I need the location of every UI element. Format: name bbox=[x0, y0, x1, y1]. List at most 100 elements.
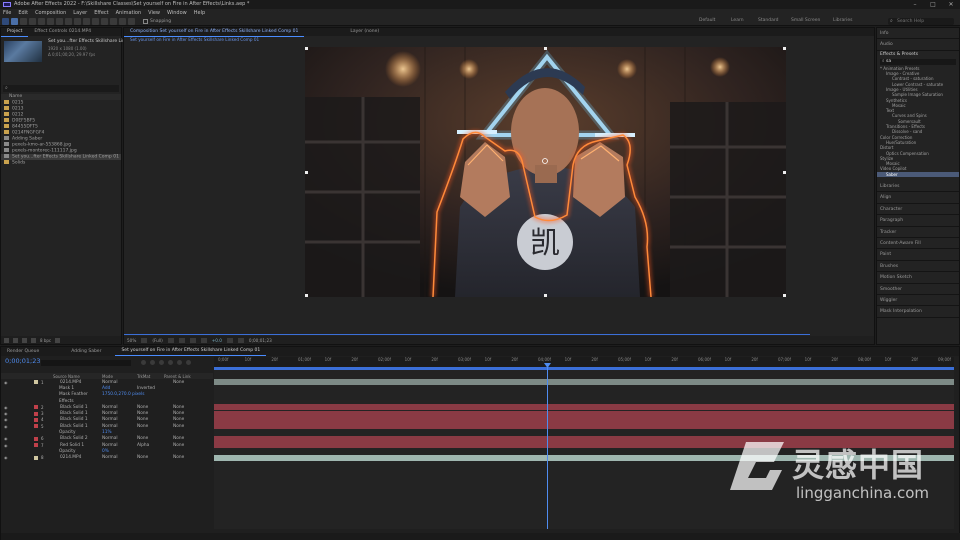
effects-presets-header[interactable]: Effects & Presets bbox=[877, 51, 959, 59]
parent-dropdown[interactable]: None bbox=[173, 443, 184, 448]
zoom-tool-icon[interactable] bbox=[29, 17, 36, 25]
audio-panel-header[interactable]: Audio bbox=[877, 39, 959, 51]
property-value[interactable]: 1750.0,270.0 pixels bbox=[102, 392, 144, 397]
panel-section-brushes[interactable]: Brushes bbox=[877, 261, 959, 273]
graph-editor-icon[interactable] bbox=[186, 360, 191, 365]
parent-dropdown[interactable]: None bbox=[173, 436, 184, 441]
layer-name[interactable]: 0214.MP4 bbox=[60, 455, 81, 460]
info-panel-header[interactable]: Info bbox=[877, 28, 959, 40]
tab-layer[interactable]: Layer (none) bbox=[344, 28, 385, 36]
property-name[interactable]: Opacity bbox=[59, 430, 76, 435]
snapping-checkbox[interactable] bbox=[143, 18, 148, 24]
trkmat-dropdown[interactable]: None bbox=[137, 424, 148, 429]
layer-duration-bar[interactable] bbox=[214, 379, 954, 385]
comp-breadcrumb[interactable]: Set yourself on Fire in After Effects Sk… bbox=[124, 36, 874, 43]
selection-tool-icon[interactable] bbox=[11, 17, 18, 25]
comp-flowchart-icon[interactable] bbox=[141, 360, 146, 365]
column-mode[interactable]: Mode bbox=[102, 374, 113, 379]
project-item[interactable]: Solids bbox=[1, 160, 121, 166]
puppet-tool-icon[interactable] bbox=[128, 17, 135, 25]
trkmat-dropdown[interactable]: None bbox=[137, 411, 148, 416]
timeline-search-input[interactable] bbox=[41, 360, 131, 366]
menu-file[interactable]: File bbox=[0, 9, 15, 17]
mask-visibility-icon[interactable] bbox=[189, 337, 196, 343]
column-trkmat[interactable]: TrkMat bbox=[137, 374, 150, 379]
layer-label-color[interactable] bbox=[34, 417, 38, 422]
visibility-eye-icon[interactable]: ◉ bbox=[4, 436, 8, 441]
workspace-default[interactable]: Default bbox=[699, 18, 715, 23]
workspace-libraries[interactable]: Libraries bbox=[833, 18, 852, 23]
comp-viewer[interactable]: 凯 bbox=[305, 47, 786, 297]
blend-mode-dropdown[interactable]: Normal bbox=[102, 411, 118, 416]
layer-label-color[interactable] bbox=[34, 455, 38, 460]
tab-effect-controls[interactable]: Effect Controls 0214.MP4 bbox=[28, 28, 97, 36]
tab-linked-comp[interactable]: Set yourself on Fire in After Effects Sk… bbox=[115, 347, 267, 356]
layer-name[interactable]: Black Solid 1 bbox=[60, 417, 88, 422]
zoom-dropdown[interactable]: 50% bbox=[127, 338, 136, 343]
trkmat-dropdown[interactable]: None bbox=[137, 455, 148, 460]
visibility-eye-icon[interactable]: ◉ bbox=[4, 380, 8, 385]
snapshot-icon[interactable] bbox=[226, 337, 233, 343]
layer-duration-bar[interactable] bbox=[214, 442, 954, 448]
layer-name[interactable]: Black Solid 1 bbox=[60, 424, 88, 429]
layer-label-color[interactable] bbox=[34, 380, 38, 385]
help-search-field[interactable]: ⌕ Search Help bbox=[888, 18, 954, 25]
layer-duration-bar[interactable] bbox=[214, 410, 954, 417]
property-value[interactable]: Add bbox=[102, 386, 110, 391]
layer-duration-bar[interactable] bbox=[214, 454, 954, 461]
shy-layers-icon[interactable] bbox=[159, 360, 164, 365]
property-name[interactable]: Mask Feather bbox=[59, 392, 88, 397]
hand-tool-icon[interactable] bbox=[20, 17, 27, 25]
property-name[interactable]: Effects bbox=[59, 399, 74, 404]
current-time-indicator[interactable] bbox=[547, 363, 548, 529]
work-area-bar[interactable] bbox=[214, 367, 954, 370]
type-tool-icon[interactable] bbox=[83, 17, 90, 25]
trkmat-dropdown[interactable]: Alpha bbox=[137, 443, 149, 448]
layer-duration-bar[interactable] bbox=[214, 404, 954, 411]
trkmat-dropdown[interactable]: None bbox=[137, 405, 148, 410]
menu-help[interactable]: Help bbox=[191, 9, 209, 17]
new-folder-icon[interactable] bbox=[13, 337, 18, 343]
menu-edit[interactable]: Edit bbox=[15, 9, 32, 17]
rotate-tool-icon[interactable] bbox=[38, 17, 45, 25]
visibility-eye-icon[interactable]: ◉ bbox=[4, 455, 8, 460]
layer-name[interactable]: Black Solid 1 bbox=[60, 411, 88, 416]
clone-tool-icon[interactable] bbox=[101, 17, 108, 25]
viewer-timecode[interactable]: 0;00;01;23 bbox=[249, 338, 272, 343]
layer-duration-bar[interactable] bbox=[214, 423, 954, 430]
blend-mode-dropdown[interactable]: Normal bbox=[102, 436, 118, 441]
minimize-icon[interactable]: – bbox=[906, 0, 924, 9]
panel-section-align[interactable]: Align bbox=[877, 192, 959, 204]
panel-section-tracker[interactable]: Tracker bbox=[877, 227, 959, 238]
layer-name[interactable]: Red Solid 1 bbox=[60, 443, 84, 448]
trkmat-dropdown[interactable]: Inverted bbox=[137, 386, 155, 391]
layer-name[interactable]: 0214.MP4 bbox=[60, 380, 81, 385]
effects-tree-item[interactable]: Saber bbox=[877, 171, 959, 178]
layer-name[interactable]: Black Solid 2 bbox=[60, 436, 88, 441]
layer-label-color[interactable] bbox=[34, 411, 38, 416]
layer-label-color[interactable] bbox=[34, 405, 38, 410]
panel-section-motion-sketch[interactable]: Motion Sketch bbox=[877, 272, 959, 284]
workspace-small-screen[interactable]: Small Screen bbox=[791, 18, 820, 23]
parent-dropdown[interactable]: None bbox=[173, 424, 184, 429]
close-icon[interactable]: ✕ bbox=[942, 0, 960, 9]
menu-composition[interactable]: Composition bbox=[32, 9, 70, 17]
trash-icon[interactable] bbox=[55, 337, 61, 343]
visibility-eye-icon[interactable]: ◉ bbox=[4, 411, 8, 416]
menu-animation[interactable]: Animation bbox=[113, 9, 146, 17]
layer-label-color[interactable] bbox=[34, 436, 38, 441]
panel-section-smoother[interactable]: Smoother bbox=[877, 284, 959, 295]
column-source-name[interactable]: Source Name bbox=[53, 374, 80, 379]
frame-blending-icon[interactable] bbox=[168, 360, 173, 365]
eraser-tool-icon[interactable] bbox=[110, 17, 117, 25]
menu-window[interactable]: Window bbox=[164, 9, 191, 17]
workspace-standard[interactable]: Standard bbox=[758, 18, 778, 23]
panel-section-paint[interactable]: Paint bbox=[877, 249, 959, 261]
maximize-icon[interactable]: □ bbox=[924, 0, 942, 9]
region-of-interest-icon[interactable] bbox=[167, 337, 174, 343]
color-channel-icon[interactable] bbox=[200, 337, 207, 343]
blend-mode-dropdown[interactable]: Normal bbox=[102, 424, 118, 429]
panel-section-content-aware-fill[interactable]: Content-Aware Fill bbox=[877, 238, 959, 250]
trkmat-dropdown[interactable]: None bbox=[137, 417, 148, 422]
blend-mode-dropdown[interactable]: Normal bbox=[102, 455, 118, 460]
